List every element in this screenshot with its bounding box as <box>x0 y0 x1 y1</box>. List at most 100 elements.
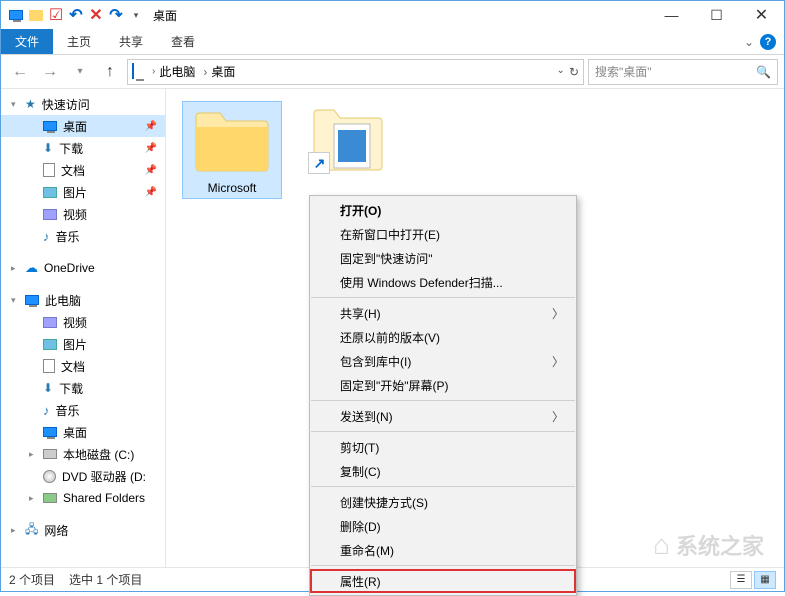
chevron-right-icon: 〉 <box>552 408 564 425</box>
cm-properties[interactable]: 属性(R) <box>310 569 576 593</box>
network-icon: 🖧 <box>25 520 38 541</box>
close-button[interactable]: ✕ <box>739 1 784 29</box>
context-menu: 打开(O) 在新窗口中打开(E) 固定到"快速访问" 使用 Windows De… <box>309 195 577 596</box>
titlebar: ☑ ↶ ✕ ↷ ▾ 桌面 — ☐ ✕ <box>1 1 784 29</box>
qat-folder-icon[interactable] <box>27 6 45 24</box>
chevron-right-icon[interactable]: ▸ <box>11 263 16 274</box>
navbar: ← → ▾ ↑ › 此电脑 › 桌面 ⌄ ↻ 搜索"桌面" 🔍 <box>1 55 784 89</box>
cm-pin-start[interactable]: 固定到"开始"屏幕(P) <box>310 373 576 397</box>
sidebar-onedrive[interactable]: ▸ ☁ OneDrive <box>1 257 165 279</box>
sidebar-item-downloads[interactable]: ⬇ 下载 📌 <box>1 137 165 159</box>
cm-create-shortcut[interactable]: 创建快捷方式(S) <box>310 490 576 514</box>
search-icon[interactable]: 🔍 <box>756 65 771 79</box>
cm-delete[interactable]: 删除(D) <box>310 514 576 538</box>
sidebar-pc-shared[interactable]: ▸Shared Folders <box>1 487 165 509</box>
chevron-right-icon[interactable]: ▸ <box>29 449 34 460</box>
folder-icon <box>192 105 272 175</box>
breadcrumb-icon <box>132 64 148 80</box>
minimize-button[interactable]: — <box>649 1 694 29</box>
sidebar-item-desktop[interactable]: 桌面 📌 <box>1 115 165 137</box>
cm-send-to[interactable]: 发送到(N)〉 <box>310 404 576 428</box>
pin-icon: 📌 <box>145 121 157 132</box>
picture-icon <box>43 339 57 350</box>
window-title: 桌面 <box>153 7 177 24</box>
pin-icon: 📌 <box>145 187 157 198</box>
folder-item-shortcut[interactable]: ↗ <box>298 101 398 183</box>
cm-cut[interactable]: 剪切(T) <box>310 435 576 459</box>
star-icon: ★ <box>25 97 36 111</box>
view-large-icons-button[interactable]: ▦ <box>754 571 776 589</box>
dvd-icon <box>43 470 56 483</box>
sidebar-pc-downloads[interactable]: ⬇下载 <box>1 377 165 399</box>
music-icon: ♪ <box>43 229 50 244</box>
view-details-button[interactable]: ☰ <box>730 571 752 589</box>
sidebar: ▾ ★ 快速访问 桌面 📌 ⬇ 下载 📌 文档 📌 图片 📌 视频 <box>1 89 166 567</box>
cm-include-library[interactable]: 包含到库中(I)〉 <box>310 349 576 373</box>
sidebar-item-documents[interactable]: 文档 📌 <box>1 159 165 181</box>
qat-undo-icon[interactable]: ↶ <box>67 6 85 24</box>
nav-forward-button: → <box>37 59 63 85</box>
sidebar-item-music[interactable]: ♪ 音乐 <box>1 225 165 247</box>
breadcrumb[interactable]: › 此电脑 › 桌面 ⌄ ↻ <box>127 59 584 85</box>
cloud-icon: ☁ <box>25 260 38 276</box>
refresh-icon[interactable]: ↻ <box>569 65 579 79</box>
nav-recent-dropdown[interactable]: ▾ <box>67 59 93 85</box>
help-icon[interactable]: ? <box>760 34 776 50</box>
breadcrumb-dropdown-icon[interactable]: ⌄ <box>557 65 565 79</box>
cm-open-new-window[interactable]: 在新窗口中打开(E) <box>310 222 576 246</box>
folder-label: Microsoft <box>208 181 257 195</box>
cm-restore-versions[interactable]: 还原以前的版本(V) <box>310 325 576 349</box>
chevron-right-icon[interactable]: ▸ <box>11 525 16 536</box>
chevron-right-icon: 〉 <box>552 353 564 370</box>
ribbon-tab-home[interactable]: 主页 <box>53 29 105 54</box>
qat-delete-icon[interactable]: ✕ <box>87 6 105 24</box>
chevron-right-icon: 〉 <box>552 305 564 322</box>
nav-back-button[interactable]: ← <box>7 59 33 85</box>
cm-rename[interactable]: 重命名(M) <box>310 538 576 562</box>
sidebar-item-videos[interactable]: 视频 <box>1 203 165 225</box>
sidebar-item-pictures[interactable]: 图片 📌 <box>1 181 165 203</box>
maximize-button[interactable]: ☐ <box>694 1 739 29</box>
sidebar-this-pc[interactable]: ▾ 此电脑 <box>1 289 165 311</box>
sidebar-quick-access[interactable]: ▾ ★ 快速访问 <box>1 93 165 115</box>
qat-redo-icon[interactable]: ↷ <box>107 6 125 24</box>
window-controls: — ☐ ✕ <box>649 1 784 29</box>
ribbon-tab-view[interactable]: 查看 <box>157 29 209 54</box>
document-icon <box>43 163 55 177</box>
chevron-down-icon[interactable]: ▾ <box>11 99 16 110</box>
sidebar-pc-videos[interactable]: 视频 <box>1 311 165 333</box>
cm-copy[interactable]: 复制(C) <box>310 459 576 483</box>
sidebar-pc-dvd[interactable]: DVD 驱动器 (D: <box>1 465 165 487</box>
sidebar-pc-pictures[interactable]: 图片 <box>1 333 165 355</box>
sidebar-pc-localdisk[interactable]: ▸本地磁盘 (C:) <box>1 443 165 465</box>
chevron-right-icon[interactable]: ▸ <box>29 493 34 504</box>
cm-share[interactable]: 共享(H)〉 <box>310 301 576 325</box>
quick-access-toolbar: ☑ ↶ ✕ ↷ ▾ 桌面 <box>1 6 177 24</box>
cm-pin-quick-access[interactable]: 固定到"快速访问" <box>310 246 576 270</box>
ribbon-tab-file[interactable]: 文件 <box>1 29 53 54</box>
music-icon: ♪ <box>43 403 50 418</box>
breadcrumb-root[interactable]: 此电脑 <box>159 63 195 80</box>
search-input[interactable]: 搜索"桌面" 🔍 <box>588 59 778 85</box>
ribbon-tab-share[interactable]: 共享 <box>105 29 157 54</box>
qat-check-icon[interactable]: ☑ <box>47 6 65 24</box>
cm-separator <box>311 297 575 298</box>
cm-defender-scan[interactable]: 使用 Windows Defender扫描... <box>310 270 576 294</box>
download-icon: ⬇ <box>43 141 53 155</box>
cm-separator <box>311 565 575 566</box>
sidebar-pc-music[interactable]: ♪音乐 <box>1 399 165 421</box>
folder-item-microsoft[interactable]: Microsoft <box>182 101 282 199</box>
cm-separator <box>311 486 575 487</box>
folder-shortcut-icon: ↗ <box>308 104 388 174</box>
expand-ribbon-icon[interactable]: ⌄ <box>744 35 754 49</box>
sidebar-pc-documents[interactable]: 文档 <box>1 355 165 377</box>
monitor-icon <box>25 295 39 305</box>
breadcrumb-current[interactable]: 桌面 <box>211 63 235 80</box>
sidebar-network[interactable]: ▸ 🖧 网络 <box>1 519 165 541</box>
qat-dropdown-icon[interactable]: ▾ <box>127 6 145 24</box>
sidebar-pc-desktop[interactable]: 桌面 <box>1 421 165 443</box>
chevron-down-icon[interactable]: ▾ <box>11 295 16 306</box>
search-placeholder: 搜索"桌面" <box>595 63 652 80</box>
nav-up-button[interactable]: ↑ <box>97 59 123 85</box>
cm-open[interactable]: 打开(O) <box>310 198 576 222</box>
